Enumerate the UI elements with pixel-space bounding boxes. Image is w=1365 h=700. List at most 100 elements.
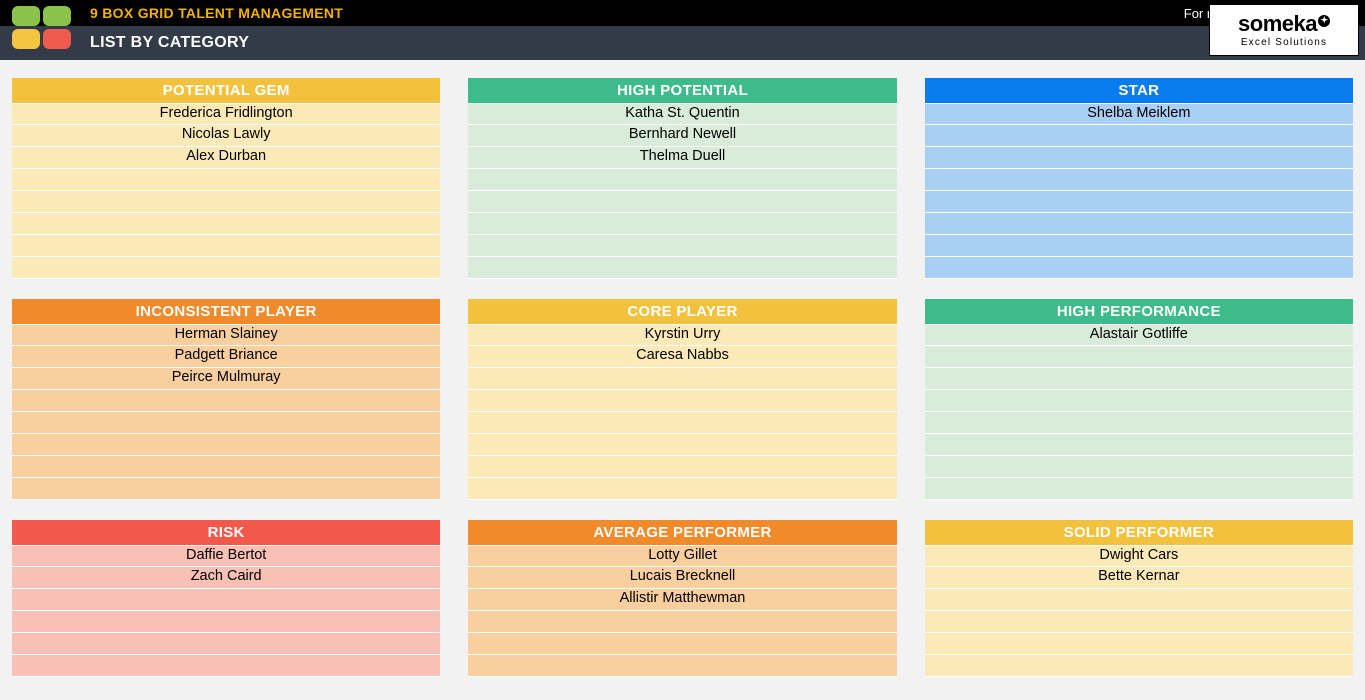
brand-logo[interactable]: someka✦ Excel Solutions <box>1209 4 1359 56</box>
list-item <box>925 589 1353 611</box>
logo-main: someka✦ <box>1238 13 1330 35</box>
category-rows: Lotty GilletLucais BrecknellAllistir Mat… <box>468 545 896 677</box>
list-item <box>925 213 1353 235</box>
category-header: RISK <box>12 520 440 545</box>
list-item <box>12 633 440 655</box>
list-item <box>12 478 440 500</box>
topbar: 9 BOX GRID TALENT MANAGEMENT For more te… <box>0 0 1365 26</box>
list-item <box>12 169 440 191</box>
logo-sub: Excel Solutions <box>1241 37 1327 48</box>
list-item <box>12 611 440 633</box>
list-item <box>12 235 440 257</box>
list-item <box>468 655 896 677</box>
list-item <box>925 235 1353 257</box>
list-item: Daffie Bertot <box>12 545 440 567</box>
list-item <box>925 368 1353 390</box>
category-header: POTENTIAL GEM <box>12 78 440 103</box>
list-item: Kyrstin Urry <box>468 324 896 346</box>
category-header: AVERAGE PERFORMER <box>468 520 896 545</box>
badge-bl <box>12 29 40 49</box>
list-item <box>925 611 1353 633</box>
category-card: SOLID PERFORMERDwight CarsBette Kernar <box>925 520 1353 677</box>
app-badge-icon <box>12 6 71 49</box>
category-card: AVERAGE PERFORMERLotty GilletLucais Brec… <box>468 520 896 677</box>
list-item: Thelma Duell <box>468 147 896 169</box>
list-item <box>925 478 1353 500</box>
list-item <box>925 412 1353 434</box>
list-item <box>12 434 440 456</box>
category-card: RISKDaffie BertotZach Caird <box>12 520 440 677</box>
list-item <box>925 257 1353 279</box>
list-item: Bernhard Newell <box>468 125 896 147</box>
list-item <box>468 478 896 500</box>
list-item <box>925 191 1353 213</box>
list-item <box>925 456 1353 478</box>
list-item: Herman Slainey <box>12 324 440 346</box>
category-rows: Katha St. QuentinBernhard NewellThelma D… <box>468 103 896 279</box>
list-item <box>468 213 896 235</box>
category-rows: Shelba Meiklem <box>925 103 1353 279</box>
category-rows: Daffie BertotZach Caird <box>12 545 440 677</box>
list-item <box>468 257 896 279</box>
list-item <box>12 213 440 235</box>
list-item <box>12 191 440 213</box>
list-item: Allistir Matthewman <box>468 589 896 611</box>
category-header: SOLID PERFORMER <box>925 520 1353 545</box>
list-item <box>925 147 1353 169</box>
category-card: HIGH PERFORMANCEAlastair Gotliffe <box>925 299 1353 500</box>
list-item: Alex Durban <box>12 147 440 169</box>
category-rows: Frederica FridlingtonNicolas LawlyAlex D… <box>12 103 440 279</box>
category-card: HIGH POTENTIALKatha St. QuentinBernhard … <box>468 78 896 279</box>
list-item <box>468 633 896 655</box>
category-header: HIGH POTENTIAL <box>468 78 896 103</box>
app-title: 9 BOX GRID TALENT MANAGEMENT <box>90 5 343 21</box>
list-item <box>925 125 1353 147</box>
list-item: Caresa Nabbs <box>468 346 896 368</box>
list-item <box>468 169 896 191</box>
logo-mark-icon: ✦ <box>1318 15 1330 27</box>
list-item <box>925 633 1353 655</box>
list-item <box>468 191 896 213</box>
list-item: Bette Kernar <box>925 567 1353 589</box>
category-header: INCONSISTENT PLAYER <box>12 299 440 324</box>
list-item <box>468 412 896 434</box>
list-item <box>468 434 896 456</box>
category-header: HIGH PERFORMANCE <box>925 299 1353 324</box>
subbar: LIST BY CATEGORY contact@someka.net some… <box>0 26 1365 60</box>
list-item <box>925 346 1353 368</box>
list-item <box>468 235 896 257</box>
list-item <box>12 257 440 279</box>
list-item <box>468 456 896 478</box>
badge-tr <box>43 6 71 26</box>
list-item <box>925 655 1353 677</box>
list-item: Alastair Gotliffe <box>925 324 1353 346</box>
category-header: CORE PLAYER <box>468 299 896 324</box>
list-item: Padgett Briance <box>12 346 440 368</box>
category-rows: Alastair Gotliffe <box>925 324 1353 500</box>
list-item: Zach Caird <box>12 567 440 589</box>
list-item <box>468 611 896 633</box>
list-item <box>12 390 440 412</box>
list-item <box>925 434 1353 456</box>
list-item <box>12 589 440 611</box>
category-header: STAR <box>925 78 1353 103</box>
list-item: Lucais Brecknell <box>468 567 896 589</box>
category-grid: POTENTIAL GEMFrederica FridlingtonNicola… <box>0 60 1365 689</box>
list-item <box>12 655 440 677</box>
category-rows: Dwight CarsBette Kernar <box>925 545 1353 677</box>
category-rows: Kyrstin UrryCaresa Nabbs <box>468 324 896 500</box>
category-rows: Herman SlaineyPadgett BriancePeirce Mulm… <box>12 324 440 500</box>
list-item <box>12 412 440 434</box>
list-item: Katha St. Quentin <box>468 103 896 125</box>
list-item: Frederica Fridlington <box>12 103 440 125</box>
list-item: Dwight Cars <box>925 545 1353 567</box>
list-item: Nicolas Lawly <box>12 125 440 147</box>
category-card: POTENTIAL GEMFrederica FridlingtonNicola… <box>12 78 440 279</box>
list-item: Shelba Meiklem <box>925 103 1353 125</box>
list-item: Lotty Gillet <box>468 545 896 567</box>
category-card: INCONSISTENT PLAYERHerman SlaineyPadgett… <box>12 299 440 500</box>
list-item <box>12 456 440 478</box>
list-item: Peirce Mulmuray <box>12 368 440 390</box>
list-item <box>925 169 1353 191</box>
badge-tl <box>12 6 40 26</box>
